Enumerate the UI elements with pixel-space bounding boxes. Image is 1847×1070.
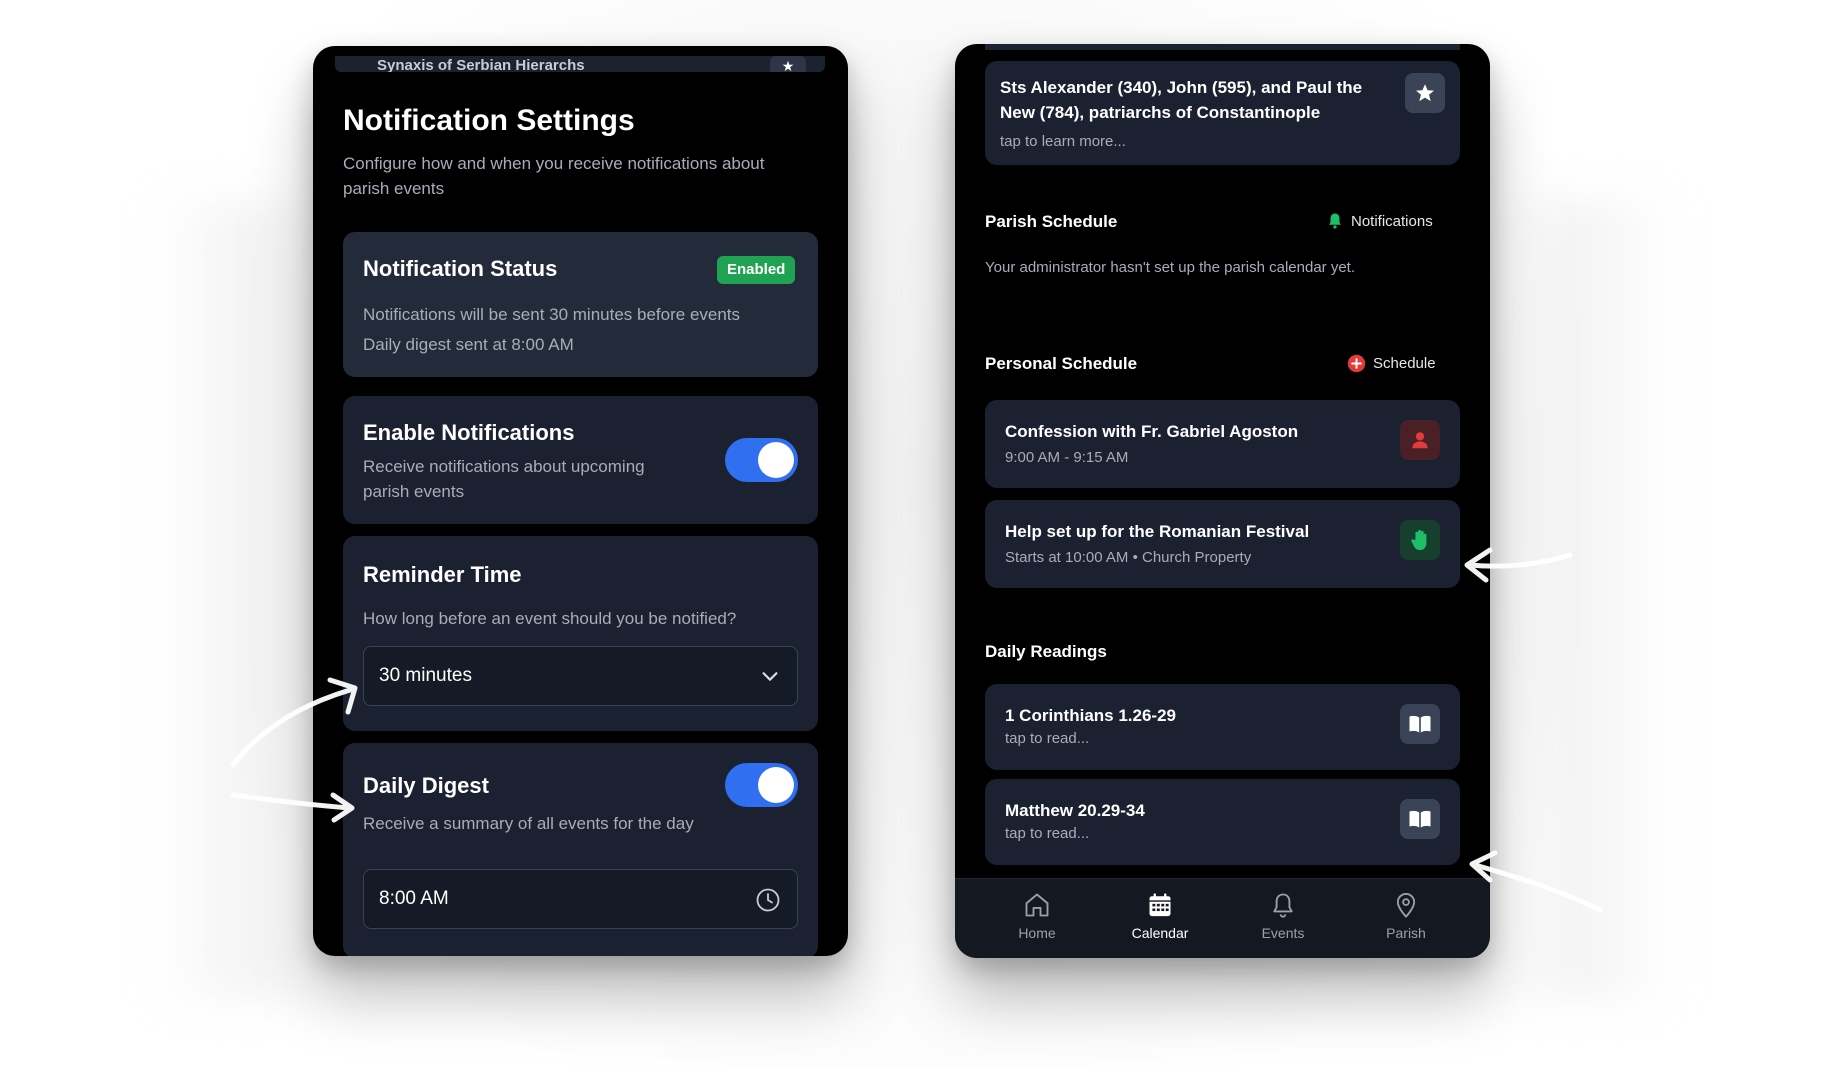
background-shadow bbox=[1500, 200, 1680, 1000]
daily-digest-toggle[interactable] bbox=[725, 763, 798, 807]
bell-icon bbox=[1273, 893, 1293, 918]
page-subtitle: Configure how and when you receive notif… bbox=[343, 154, 765, 198]
reminder-time-question: How long before an event should you be n… bbox=[363, 609, 737, 628]
tab-label: Home bbox=[1018, 925, 1056, 941]
parish-schedule-title: Parish Schedule bbox=[985, 212, 1118, 231]
reminder-time-value: 30 minutes bbox=[379, 665, 472, 686]
tab-events[interactable]: Events bbox=[1233, 891, 1333, 941]
person-icon bbox=[1400, 420, 1440, 460]
daily-readings-title: Daily Readings bbox=[985, 642, 1107, 661]
hand-icon bbox=[1400, 520, 1440, 560]
bell-icon bbox=[1329, 213, 1341, 229]
reading-title: 1 Corinthians 1.26-29 bbox=[1005, 706, 1177, 725]
chevron-down-icon bbox=[762, 672, 778, 681]
daily-digest-card: Daily Digest Receive a summary of all ev… bbox=[343, 743, 818, 956]
tab-calendar[interactable]: Calendar bbox=[1110, 891, 1210, 941]
personal-schedule-title: Personal Schedule bbox=[985, 354, 1138, 373]
notifications-link[interactable]: Notifications bbox=[1326, 212, 1433, 230]
status-title: Notification Status bbox=[363, 256, 558, 281]
home-icon bbox=[1025, 893, 1049, 917]
star-icon[interactable] bbox=[1405, 73, 1445, 113]
plus-circle-icon bbox=[1347, 354, 1366, 373]
map-pin-icon bbox=[1396, 893, 1416, 918]
status-badge: Enabled bbox=[717, 256, 796, 284]
digest-time-value: 8:00 AM bbox=[379, 888, 449, 909]
previous-screen-peek: Synaxis of Serbian Hierarchs ★ bbox=[335, 56, 825, 72]
reading-title: Matthew 20.29-34 bbox=[1005, 801, 1145, 820]
notifications-link-label: Notifications bbox=[1351, 212, 1433, 230]
clock-icon bbox=[756, 888, 780, 912]
status-line-digest: Daily digest sent at 8:00 AM bbox=[363, 335, 574, 354]
notification-status-card: Notification Status Enabled Notification… bbox=[343, 232, 818, 377]
book-icon bbox=[1400, 704, 1440, 744]
saint-of-day-card[interactable]: Sts Alexander (340), John (595), and Pau… bbox=[985, 61, 1460, 165]
star-icon: ★ bbox=[770, 56, 806, 72]
tab-parish[interactable]: Parish bbox=[1356, 891, 1456, 941]
schedule-item-time: Starts at 10:00 AM • Church Property bbox=[1005, 549, 1252, 566]
bottom-tab-bar: Home Calendar Events Parish bbox=[955, 878, 1490, 958]
tab-label: Parish bbox=[1386, 925, 1426, 941]
schedule-item-title: Confession with Fr. Gabriel Agoston bbox=[1005, 422, 1299, 441]
enable-notifications-description: Receive notifications about upcoming par… bbox=[363, 457, 645, 501]
reading-item[interactable]: 1 Corinthians 1.26-29 tap to read... bbox=[985, 684, 1460, 770]
scroll-edge bbox=[985, 44, 1460, 50]
reminder-time-title: Reminder Time bbox=[363, 562, 522, 587]
add-schedule-label: Schedule bbox=[1373, 355, 1436, 372]
enable-notifications-card: Enable Notifications Receive notificatio… bbox=[343, 396, 818, 524]
toggle-knob bbox=[758, 442, 794, 478]
status-line-reminder: Notifications will be sent 30 minutes be… bbox=[363, 305, 741, 324]
background-shadow bbox=[150, 200, 330, 1000]
notification-settings-screen: Synaxis of Serbian Hierarchs ★ Notificat… bbox=[313, 46, 848, 956]
tab-label: Events bbox=[1261, 925, 1305, 941]
calendar-icon bbox=[1149, 893, 1171, 917]
tab-label: Calendar bbox=[1131, 925, 1189, 941]
parish-schedule-empty: Your administrator hasn't set up the par… bbox=[985, 259, 1356, 276]
toggle-knob bbox=[758, 767, 794, 803]
book-icon bbox=[1400, 799, 1440, 839]
enable-notifications-toggle[interactable] bbox=[725, 438, 798, 482]
calendar-screen: Sts Alexander (340), John (595), and Pau… bbox=[955, 44, 1490, 958]
reminder-time-card: Reminder Time How long before an event s… bbox=[343, 536, 818, 731]
schedule-item-title: Help set up for the Romanian Festival bbox=[1005, 522, 1310, 541]
reading-subtitle: tap to read... bbox=[1005, 730, 1090, 747]
reminder-time-select[interactable]: 30 minutes bbox=[363, 646, 798, 706]
digest-time-input[interactable]: 8:00 AM bbox=[363, 869, 798, 929]
saint-subtitle: tap to learn more... bbox=[1000, 133, 1126, 150]
schedule-item[interactable]: Help set up for the Romanian Festival St… bbox=[985, 500, 1460, 588]
page-title: Notification Settings bbox=[343, 104, 635, 137]
saint-title: Sts Alexander (340), John (595), and Pau… bbox=[1000, 78, 1363, 122]
schedule-item-time: 9:00 AM - 9:15 AM bbox=[1005, 449, 1129, 466]
peek-title: Synaxis of Serbian Hierarchs bbox=[377, 57, 585, 72]
tab-home[interactable]: Home bbox=[987, 891, 1087, 941]
enable-notifications-title: Enable Notifications bbox=[363, 420, 575, 445]
daily-digest-description: Receive a summary of all events for the … bbox=[363, 814, 694, 833]
daily-digest-title: Daily Digest bbox=[363, 773, 489, 798]
add-schedule-link[interactable]: Schedule bbox=[1347, 354, 1436, 373]
schedule-item[interactable]: Confession with Fr. Gabriel Agoston 9:00… bbox=[985, 400, 1460, 488]
reading-subtitle: tap to read... bbox=[1005, 825, 1090, 842]
reading-item[interactable]: Matthew 20.29-34 tap to read... bbox=[985, 779, 1460, 865]
